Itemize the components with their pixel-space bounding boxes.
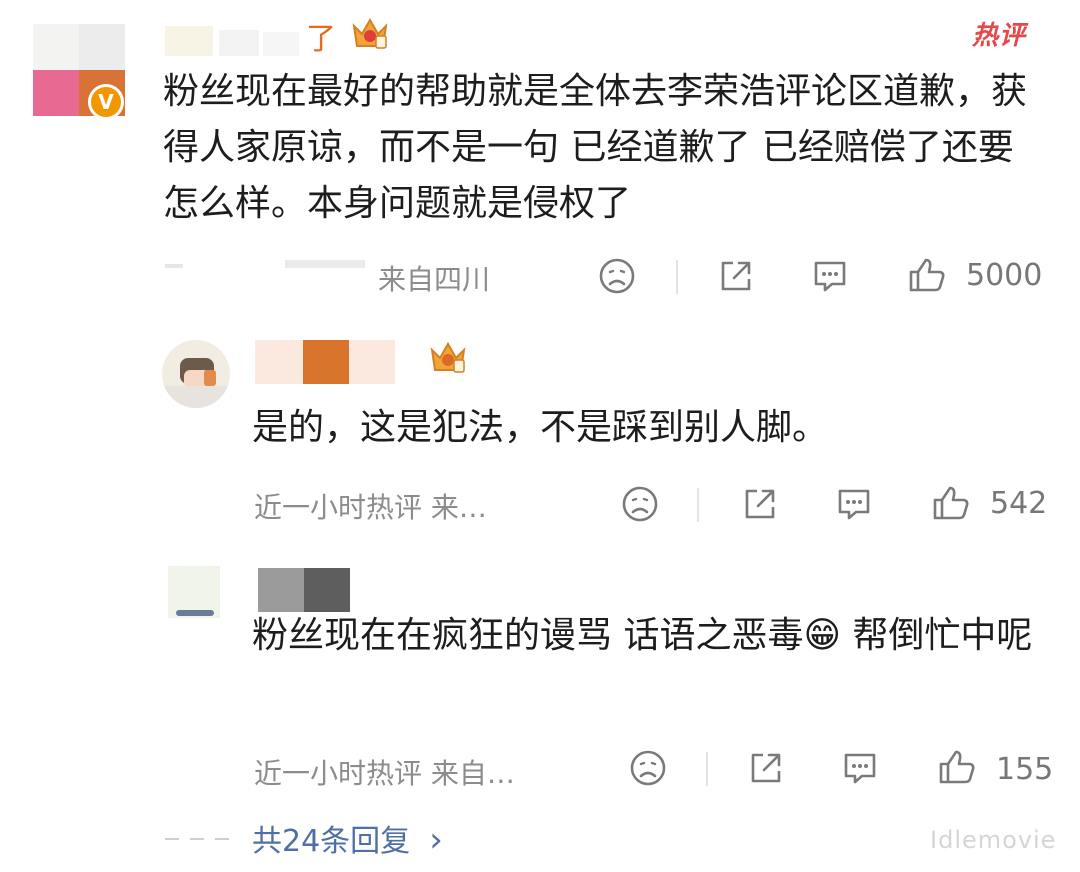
reply-button[interactable] bbox=[810, 256, 850, 296]
reply-button[interactable] bbox=[840, 748, 880, 788]
username[interactable] bbox=[165, 20, 305, 56]
comment-bubble-icon bbox=[814, 261, 846, 292]
sad-face-icon bbox=[630, 750, 666, 786]
like-button[interactable] bbox=[936, 746, 978, 788]
share-icon bbox=[751, 753, 781, 783]
divider bbox=[697, 488, 699, 522]
watermark: Idlemovie bbox=[930, 826, 1057, 854]
username[interactable] bbox=[258, 568, 350, 612]
hot-comment-badge: 热评 bbox=[972, 21, 1027, 51]
reply-text[interactable]: 是的，这是犯法，不是踩到别人脚。 bbox=[252, 400, 1032, 456]
like-count: 542 bbox=[990, 486, 1048, 521]
username-tail: 了 bbox=[306, 22, 336, 57]
crown-badge-icon bbox=[352, 17, 388, 49]
share-icon bbox=[721, 261, 751, 291]
comment-text[interactable]: 粉丝现在最好的帮助就是全体去李荣浩评论区道歉，获得人家原谅，而不是一句 已经道歉… bbox=[163, 64, 1043, 232]
more-replies-link[interactable]: 共24条回复 › bbox=[252, 816, 443, 860]
share-button[interactable] bbox=[740, 484, 780, 524]
thumbs-up-icon bbox=[939, 750, 975, 784]
like-count: 155 bbox=[996, 752, 1054, 787]
thumbs-up-icon bbox=[933, 486, 969, 520]
avatar[interactable] bbox=[162, 340, 230, 408]
username[interactable] bbox=[255, 340, 395, 386]
reply-text[interactable]: 粉丝现在在疯狂的谩骂 话语之恶毒😁 帮倒忙中呢 bbox=[252, 608, 1042, 664]
chevron-right-icon: › bbox=[429, 820, 443, 860]
thumbs-up-icon bbox=[909, 258, 945, 292]
comment-location: 来自四川 bbox=[378, 263, 491, 296]
divider-dash bbox=[215, 838, 229, 840]
dislike-button[interactable] bbox=[628, 748, 668, 788]
sad-face-icon bbox=[599, 258, 635, 294]
share-button[interactable] bbox=[716, 256, 756, 296]
like-count: 5000 bbox=[966, 258, 1043, 293]
more-replies-label: 共24条回复 bbox=[252, 824, 411, 859]
dislike-button[interactable] bbox=[620, 484, 660, 524]
reply-meta: 近一小时热评 来自… bbox=[254, 757, 515, 790]
divider-dash bbox=[165, 838, 179, 840]
crown-badge-icon bbox=[430, 341, 466, 373]
divider bbox=[706, 752, 708, 786]
dislike-button[interactable] bbox=[597, 256, 637, 296]
comment-bubble-icon bbox=[838, 489, 870, 520]
divider bbox=[676, 260, 678, 294]
divider-dash bbox=[190, 838, 204, 840]
avatar[interactable] bbox=[168, 566, 220, 618]
share-button[interactable] bbox=[746, 748, 786, 788]
comment-bubble-icon bbox=[844, 753, 876, 784]
meta-blur bbox=[165, 258, 370, 286]
like-button[interactable] bbox=[906, 254, 948, 296]
reply-button[interactable] bbox=[834, 484, 874, 524]
verified-badge-icon: V bbox=[88, 84, 124, 120]
like-button[interactable] bbox=[930, 482, 972, 524]
sad-face-icon bbox=[622, 486, 658, 522]
reply-meta: 近一小时热评 来… bbox=[254, 491, 487, 524]
share-icon bbox=[745, 489, 775, 519]
